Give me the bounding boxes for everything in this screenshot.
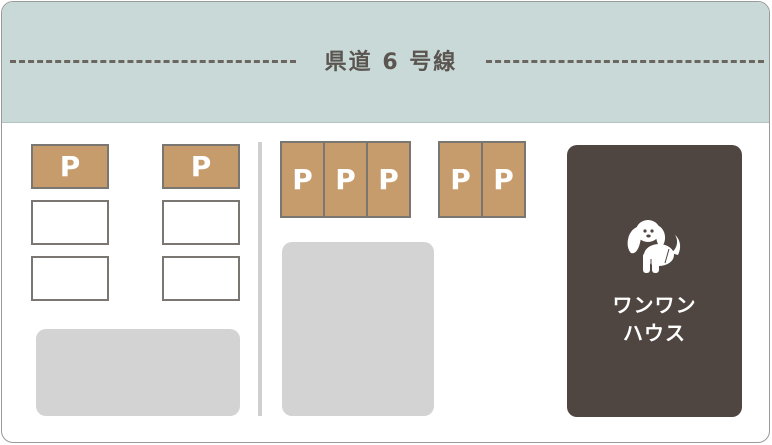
parking-slot: P bbox=[366, 141, 411, 218]
shop-name: ワンワン ハウス bbox=[567, 291, 742, 347]
shop-name-line2: ハウス bbox=[623, 321, 686, 345]
building-block-center bbox=[282, 242, 434, 416]
empty-slot bbox=[162, 200, 240, 245]
empty-slot bbox=[31, 256, 109, 301]
parking-slot: P bbox=[31, 144, 109, 189]
parking-slot: P bbox=[280, 141, 325, 218]
road-dash-left bbox=[10, 60, 296, 63]
road-dash-right bbox=[486, 60, 764, 63]
empty-slot bbox=[31, 200, 109, 245]
parking-slot: P bbox=[162, 144, 240, 189]
dog-icon bbox=[627, 220, 681, 273]
parking-slot: P bbox=[323, 141, 368, 218]
building-block-left bbox=[36, 329, 240, 416]
map-frame: 県道 6 号線 P P P P P P P ワンワン ハウス bbox=[1, 1, 770, 443]
road-label: 県道 6 号線 bbox=[324, 50, 458, 75]
empty-slot bbox=[162, 256, 240, 301]
shop-name-line1: ワンワン bbox=[612, 293, 697, 317]
parking-slot: P bbox=[438, 141, 483, 218]
road: 県道 6 号線 bbox=[2, 2, 769, 123]
divider bbox=[258, 142, 262, 416]
shop-building: ワンワン ハウス bbox=[567, 145, 742, 417]
parking-slot: P bbox=[481, 141, 526, 218]
